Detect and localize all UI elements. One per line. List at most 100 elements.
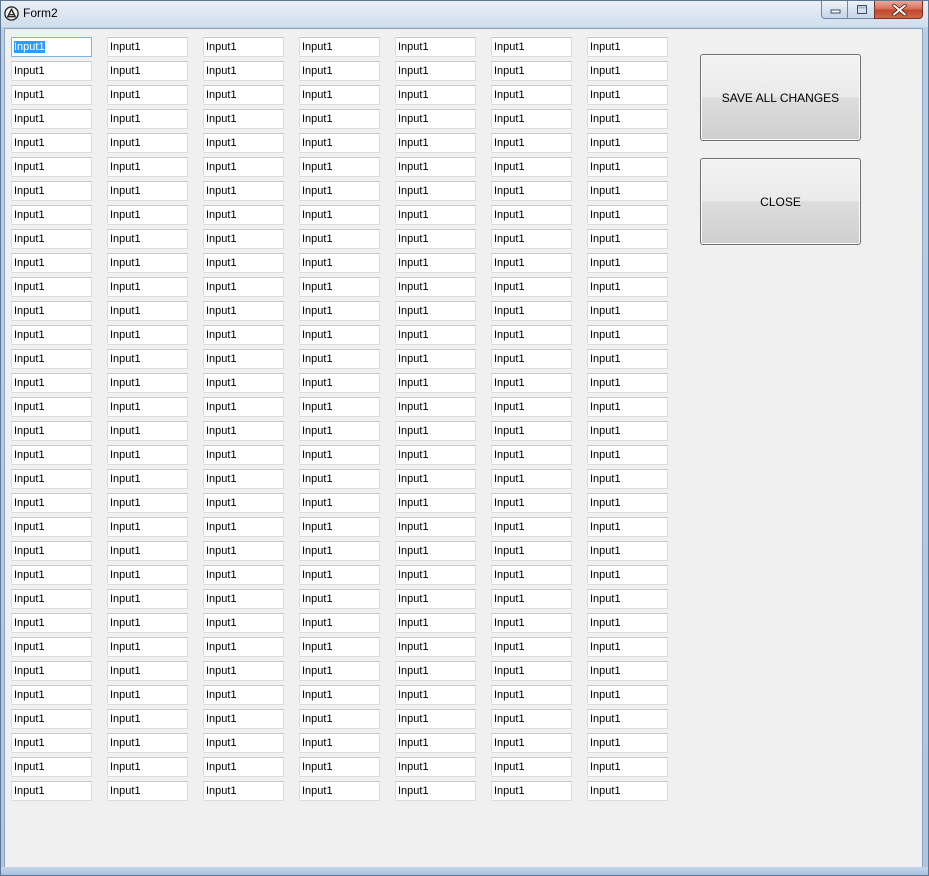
input-field[interactable] — [11, 421, 92, 441]
input-field[interactable] — [491, 373, 572, 393]
input-field[interactable] — [587, 109, 668, 129]
input-field[interactable] — [299, 349, 380, 369]
input-field[interactable] — [107, 685, 188, 705]
input-field[interactable] — [395, 733, 476, 753]
input-field[interactable] — [107, 661, 188, 681]
input-field[interactable] — [299, 61, 380, 81]
input-field[interactable] — [299, 565, 380, 585]
input-field[interactable] — [11, 637, 92, 657]
input-field[interactable] — [107, 757, 188, 777]
input-field[interactable] — [107, 181, 188, 201]
input-field[interactable] — [107, 565, 188, 585]
input-field[interactable] — [11, 109, 92, 129]
input-field[interactable] — [299, 277, 380, 297]
input-field[interactable] — [587, 541, 668, 561]
input-field[interactable] — [107, 781, 188, 801]
input-field[interactable] — [395, 133, 476, 153]
title-bar[interactable]: Form2 — [1, 1, 928, 27]
input-field[interactable] — [203, 349, 284, 369]
input-field[interactable] — [299, 613, 380, 633]
input-field[interactable] — [299, 781, 380, 801]
input-field[interactable] — [11, 661, 92, 681]
input-field[interactable] — [587, 181, 668, 201]
input-field[interactable] — [395, 445, 476, 465]
input-field[interactable] — [11, 613, 92, 633]
input-field[interactable] — [395, 37, 476, 57]
input-field[interactable] — [11, 685, 92, 705]
input-field[interactable] — [107, 109, 188, 129]
input-field[interactable] — [587, 61, 668, 81]
close-window-button[interactable] — [874, 1, 923, 19]
input-field[interactable] — [491, 709, 572, 729]
input-field[interactable] — [107, 493, 188, 513]
input-field[interactable] — [395, 541, 476, 561]
input-field[interactable] — [395, 349, 476, 369]
input-field[interactable] — [203, 205, 284, 225]
input-field[interactable] — [395, 277, 476, 297]
input-field[interactable] — [107, 589, 188, 609]
input-field[interactable] — [299, 133, 380, 153]
input-field[interactable] — [299, 493, 380, 513]
input-field[interactable] — [11, 469, 92, 489]
input-field[interactable] — [299, 373, 380, 393]
input-field[interactable] — [587, 517, 668, 537]
input-field[interactable] — [299, 421, 380, 441]
input-field[interactable] — [107, 205, 188, 225]
input-field[interactable] — [587, 469, 668, 489]
input-field[interactable] — [203, 757, 284, 777]
input-field[interactable] — [203, 469, 284, 489]
input-field[interactable] — [587, 205, 668, 225]
input-field[interactable] — [299, 637, 380, 657]
input-field[interactable] — [107, 373, 188, 393]
input-field[interactable] — [11, 325, 92, 345]
input-field[interactable] — [299, 109, 380, 129]
input-field[interactable] — [491, 613, 572, 633]
input-field[interactable] — [11, 253, 92, 273]
input-field[interactable] — [299, 445, 380, 465]
close-button[interactable]: CLOSE — [700, 158, 861, 245]
input-field[interactable] — [203, 157, 284, 177]
input-field[interactable] — [491, 493, 572, 513]
input-field[interactable] — [11, 445, 92, 465]
input-field[interactable] — [395, 613, 476, 633]
input-field[interactable] — [587, 325, 668, 345]
input-field[interactable] — [107, 37, 188, 57]
input-field[interactable] — [299, 661, 380, 681]
input-field[interactable] — [587, 637, 668, 657]
input-field[interactable] — [11, 205, 92, 225]
input-field[interactable] — [203, 733, 284, 753]
input-field[interactable] — [11, 733, 92, 753]
input-field[interactable] — [11, 493, 92, 513]
input-field[interactable] — [395, 637, 476, 657]
input-field[interactable] — [395, 493, 476, 513]
input-field[interactable] — [203, 421, 284, 441]
input-field[interactable] — [395, 685, 476, 705]
input-field[interactable] — [587, 253, 668, 273]
input-field[interactable] — [203, 229, 284, 249]
input-field[interactable] — [587, 157, 668, 177]
input-field[interactable] — [107, 133, 188, 153]
input-field[interactable] — [491, 181, 572, 201]
input-field[interactable] — [299, 685, 380, 705]
input-field[interactable] — [395, 109, 476, 129]
input-field[interactable] — [11, 229, 92, 249]
input-field[interactable] — [107, 709, 188, 729]
input-field[interactable] — [587, 349, 668, 369]
input-field[interactable] — [203, 565, 284, 585]
input-field[interactable] — [395, 589, 476, 609]
input-field[interactable] — [203, 61, 284, 81]
input-field[interactable] — [395, 757, 476, 777]
input-field[interactable] — [299, 517, 380, 537]
input-field[interactable] — [203, 85, 284, 105]
input-field[interactable] — [587, 613, 668, 633]
input-field[interactable] — [203, 589, 284, 609]
input-field[interactable] — [491, 541, 572, 561]
input-field[interactable] — [107, 613, 188, 633]
input-field[interactable] — [203, 133, 284, 153]
input-field[interactable] — [11, 61, 92, 81]
input-field[interactable] — [107, 541, 188, 561]
input-field[interactable] — [11, 541, 92, 561]
input-field[interactable] — [491, 109, 572, 129]
input-field[interactable] — [395, 421, 476, 441]
input-field[interactable] — [299, 85, 380, 105]
